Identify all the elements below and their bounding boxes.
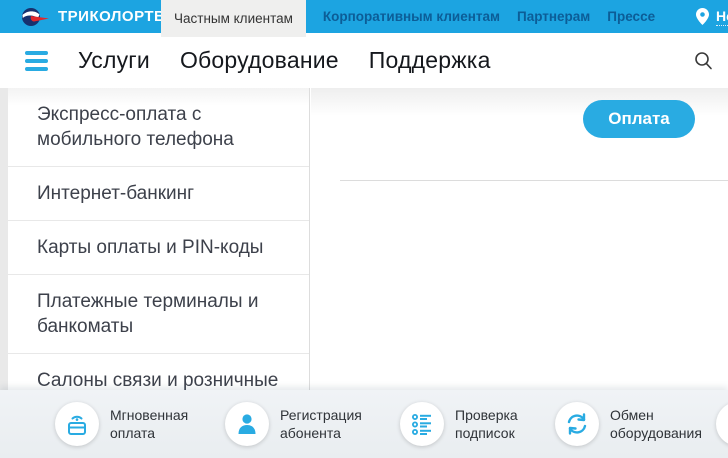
tab-press[interactable]: Прессе [607,0,655,33]
quicklink-subscriber-registration[interactable]: Регистрация абонента [225,402,400,446]
region-name: Новосибирск [716,8,728,26]
checklist-icon [400,402,444,446]
card-wifi-icon [55,402,99,446]
quicklink-instant-payment[interactable]: Мгновенная оплата [55,402,225,446]
tricolor-logo[interactable]: триколортв [0,0,161,33]
region-selector[interactable]: Новосибирск [696,0,728,33]
content-divider [340,180,728,181]
sidebar-item-internet-banking[interactable]: Интернет-банкинг [8,167,309,221]
quicklink-label: Проверка подписок [455,406,555,442]
sidebar-item-express-mobile-payment[interactable]: Экспресс-оплата с мобильного телефона [8,88,309,167]
tab-label: Корпоративным клиентам [323,9,500,24]
tab-label: Частным клиентам [174,11,293,26]
tab-partners[interactable]: Партнерам [517,0,590,33]
sidebar-item-payment-cards-pin[interactable]: Карты оплаты и PIN-коды [8,221,309,275]
tab-label: Партнерам [517,9,590,24]
quicklink-equipment-exchange[interactable]: Обмен оборудования [555,402,705,446]
quicklink-label: Регистрация абонента [280,406,380,442]
nav-item-equipment[interactable]: Оборудование [180,47,339,74]
top-bar: триколортв Частным клиентам Корпоративны… [0,0,728,33]
main-navigation: Услуги Оборудование Поддержка [0,33,728,88]
exchange-arrows-icon [555,402,599,446]
tab-label: Прессе [607,9,655,24]
tab-corporate-clients[interactable]: Корпоративным клиентам [323,0,500,33]
quick-links-bar: Мгновенная оплата Регистрация абонента [0,390,728,458]
quicklink-check-subscriptions[interactable]: Проверка подписок [400,402,555,446]
quicklink-label: Мгновенная оплата [110,406,210,442]
nav-item-services[interactable]: Услуги [78,47,150,74]
location-pin-icon [696,8,709,25]
quicklink-partial-circle[interactable] [716,402,728,446]
tricolor-globe-icon [21,6,51,28]
pay-button[interactable]: Оплата [583,100,695,138]
person-icon [225,402,269,446]
hamburger-menu-icon[interactable] [25,47,48,75]
tab-private-clients[interactable]: Частным клиентам [161,0,306,37]
logo-wordmark: триколортв [58,8,165,25]
quicklink-label: Обмен оборудования [610,406,705,442]
search-icon[interactable] [694,51,713,71]
nav-item-support[interactable]: Поддержка [369,47,491,74]
sidebar-item-terminals-atms[interactable]: Платежные терминалы и банкоматы [8,275,309,354]
